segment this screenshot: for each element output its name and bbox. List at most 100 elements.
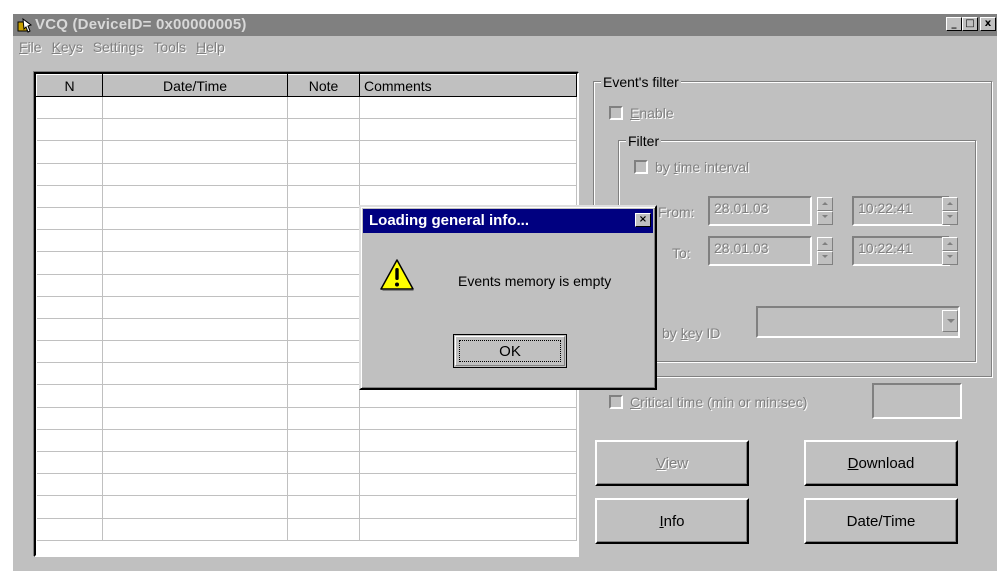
spin-down-icon[interactable] [942, 211, 958, 225]
table-cell [359, 429, 577, 453]
from-label: From: [658, 204, 695, 220]
from-time-spinner[interactable] [942, 197, 958, 225]
column-header-note[interactable]: Note [287, 74, 360, 97]
table-header-row: N Date/Time Note Comments [36, 74, 577, 97]
view-button[interactable]: View [595, 440, 749, 486]
table-row[interactable] [36, 407, 577, 430]
table-cell [359, 118, 577, 142]
chevron-down-icon[interactable] [942, 310, 958, 332]
table-cell [36, 473, 103, 497]
table-row[interactable] [36, 429, 577, 453]
download-button[interactable]: Download [804, 440, 958, 486]
menu-file[interactable]: File [13, 38, 47, 58]
menu-help[interactable]: Help [191, 38, 230, 58]
table-cell [102, 251, 288, 275]
table-cell [359, 495, 577, 519]
table-row[interactable] [36, 118, 577, 142]
table-row[interactable] [36, 96, 577, 120]
table-cell [102, 495, 288, 519]
key-id-combobox[interactable] [756, 306, 960, 338]
dialog-title[interactable]: Loading general info... [363, 209, 653, 233]
minimize-icon[interactable]: _ [946, 17, 962, 31]
table-cell [287, 296, 360, 319]
table-cell [287, 384, 360, 408]
table-cell [102, 429, 288, 453]
datetime-button[interactable]: Date/Time [804, 498, 958, 544]
spin-down-icon[interactable] [942, 251, 958, 265]
to-time-spinner[interactable] [942, 237, 958, 265]
menu-settings[interactable]: Settings [88, 38, 149, 58]
table-cell [36, 118, 103, 142]
table-cell [287, 451, 360, 475]
from-time-field[interactable]: 10:22:41 [852, 196, 950, 226]
spin-down-icon[interactable] [817, 251, 833, 265]
table-row[interactable] [36, 518, 577, 541]
table-cell [287, 96, 360, 120]
table-cell [102, 451, 288, 475]
critical-time-field[interactable] [872, 383, 962, 419]
table-cell [287, 518, 360, 541]
table-cell [102, 340, 288, 364]
menu-tools[interactable]: Tools [148, 38, 191, 58]
table-cell [102, 384, 288, 408]
table-row[interactable] [36, 163, 577, 186]
maximize-icon[interactable]: □ [962, 17, 978, 31]
loading-info-dialog: Loading general info... × Events memory … [359, 205, 657, 390]
spin-up-icon[interactable] [817, 237, 833, 251]
table-cell [287, 429, 360, 453]
title-bar[interactable]: VCQ (DeviceID= 0x00000005) _ □ x [13, 14, 997, 36]
table-cell [36, 163, 103, 186]
column-header-datetime[interactable]: Date/Time [102, 74, 288, 97]
spin-up-icon[interactable] [817, 197, 833, 211]
table-row[interactable] [36, 451, 577, 475]
info-button[interactable]: Info [595, 498, 749, 544]
by-time-interval-checkbox[interactable] [634, 160, 648, 174]
table-cell [359, 96, 577, 120]
spin-up-icon[interactable] [942, 237, 958, 251]
warning-icon [380, 259, 414, 291]
close-icon[interactable]: x [980, 17, 996, 31]
critical-time-label: Critical time (min or min:sec) [630, 394, 808, 410]
table-cell [287, 318, 360, 342]
table-cell [36, 229, 103, 253]
from-date-spinner[interactable] [817, 197, 833, 225]
to-date-field[interactable]: 28.01.03 [708, 236, 812, 266]
table-cell [287, 362, 360, 386]
from-date-field[interactable]: 28.01.03 [708, 196, 812, 226]
table-cell [36, 96, 103, 120]
ok-button[interactable]: OK [453, 334, 567, 368]
enable-label: Enable [630, 105, 674, 121]
table-cell [36, 429, 103, 453]
column-header-comments[interactable]: Comments [359, 74, 577, 97]
to-date-spinner[interactable] [817, 237, 833, 265]
to-label: To: [672, 245, 691, 261]
table-row[interactable] [36, 495, 577, 519]
table-cell [36, 407, 103, 430]
table-cell [102, 296, 288, 319]
table-row[interactable] [36, 473, 577, 497]
table-cell [102, 118, 288, 142]
table-cell [359, 473, 577, 497]
menu-bar: File Keys Settings Tools Help [13, 38, 230, 58]
table-cell [287, 163, 360, 186]
enable-checkbox[interactable] [609, 106, 623, 120]
table-cell [102, 407, 288, 430]
to-time-field[interactable]: 10:22:41 [852, 236, 950, 266]
table-cell [287, 140, 360, 164]
dialog-close-icon[interactable]: × [635, 213, 651, 227]
by-time-interval-label: by time interval [655, 159, 750, 175]
app-icon [17, 17, 33, 33]
table-row[interactable] [36, 140, 577, 164]
table-cell [287, 274, 360, 297]
table-cell [36, 318, 103, 342]
column-header-n[interactable]: N [36, 74, 103, 97]
table-cell [36, 451, 103, 475]
table-cell [287, 407, 360, 430]
spin-down-icon[interactable] [817, 211, 833, 225]
spin-up-icon[interactable] [942, 197, 958, 211]
table-cell [287, 495, 360, 519]
critical-time-checkbox[interactable] [609, 395, 623, 409]
menu-keys[interactable]: Keys [47, 38, 88, 58]
table-cell [36, 495, 103, 519]
table-cell [102, 518, 288, 541]
